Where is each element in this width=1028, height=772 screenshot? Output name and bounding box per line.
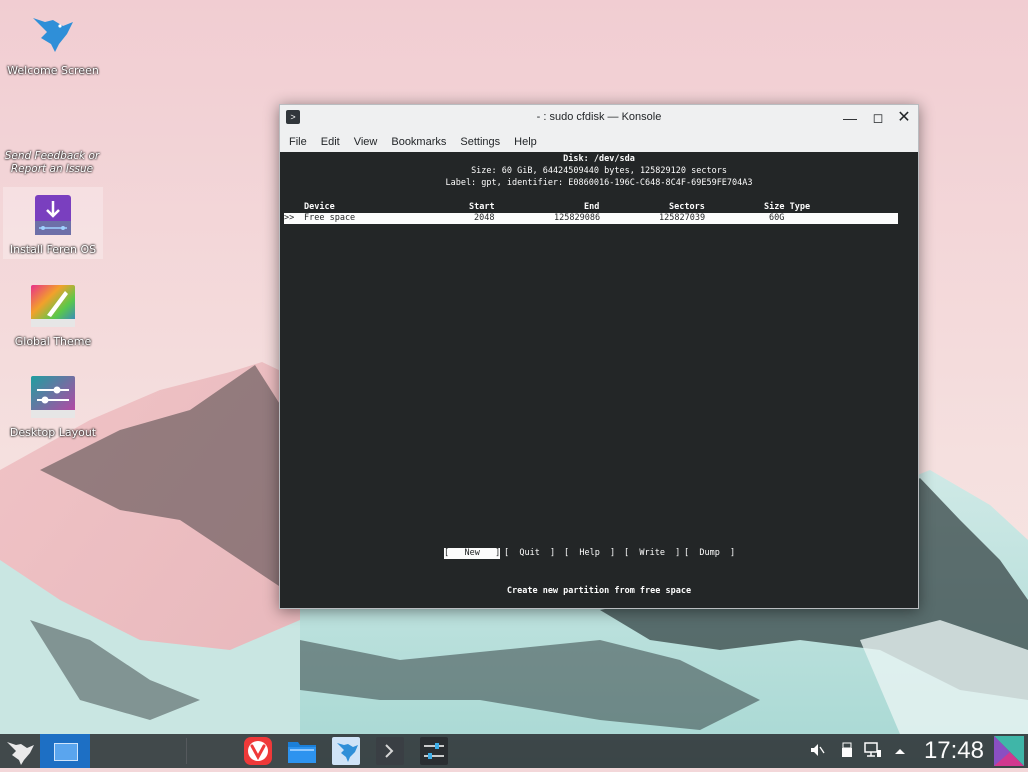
desktop-icon-welcome-screen[interactable]: Welcome Screen <box>3 12 103 77</box>
disk-line: Disk: /dev/sda <box>563 154 635 164</box>
taskbar: 17:48 <box>0 734 1028 768</box>
desktop-icon-global-theme[interactable]: Global Theme <box>3 283 103 348</box>
column-start: Start <box>469 202 495 212</box>
menu-file[interactable]: File <box>282 136 314 148</box>
row-size: 60G <box>769 213 785 223</box>
menu-bar: File Edit View Bookmarks Settings Help <box>280 131 918 153</box>
menu-settings[interactable]: Settings <box>453 136 507 148</box>
install-download-icon <box>29 191 77 239</box>
vivaldi-icon[interactable] <box>242 736 274 766</box>
konsole-window[interactable]: > - : sudo cfdisk — Konsole — ◻ ✕ File E… <box>279 104 919 609</box>
tray-expand-arrow-icon[interactable] <box>893 744 907 760</box>
window-title: - : sudo cfdisk — Konsole <box>536 111 662 123</box>
menu-bookmarks[interactable]: Bookmarks <box>384 136 453 148</box>
action-dump-button[interactable]: [ Dump ] <box>684 548 735 559</box>
column-size-type: Size Type <box>764 202 811 212</box>
action-bar: [ New ] [ Quit ] [ Help ] [ Write ] [ Du… <box>280 548 918 560</box>
desktop-icon-label: Welcome Screen <box>7 64 99 77</box>
desktop-icon-label: Global Theme <box>14 335 92 348</box>
menu-view[interactable]: View <box>347 136 385 148</box>
feren-bird-icon <box>29 12 77 60</box>
konsole-icon[interactable] <box>374 736 406 766</box>
action-new-button[interactable]: [ New ] <box>444 548 501 559</box>
clock[interactable]: 17:48 <box>924 737 984 765</box>
desktop-layout-icon <box>29 374 77 422</box>
desktop-icon-install-feren-os[interactable]: Install Feren OS <box>3 187 103 259</box>
volume-muted-icon[interactable] <box>809 742 825 762</box>
desktop-icon-label: Desktop Layout <box>9 426 97 439</box>
row-sectors: 125827039 <box>659 213 706 223</box>
action-help-button[interactable]: [ Help ] <box>564 548 615 559</box>
settings-icon[interactable] <box>418 736 450 766</box>
title-bar[interactable]: > - : sudo cfdisk — Konsole — ◻ ✕ <box>280 105 918 131</box>
taskbar-divider <box>186 738 187 764</box>
label-line: Label: gpt, identifier: E0860016-196C-C6… <box>445 178 753 188</box>
maximize-icon[interactable]: ◻ <box>868 108 888 128</box>
desktop-icon-label: Install Feren OS <box>9 243 97 256</box>
column-sectors: Sectors <box>669 202 705 212</box>
menu-edit[interactable]: Edit <box>314 136 347 148</box>
close-icon[interactable]: ✕ <box>894 108 914 128</box>
send-feedback-text[interactable]: Send Feedback or Report an Issue <box>0 150 104 176</box>
column-device: Device <box>304 202 335 212</box>
desktop-icon-desktop-layout[interactable]: Desktop Layout <box>3 374 103 439</box>
action-quit-button[interactable]: [ Quit ] <box>504 548 555 559</box>
partition-row-selected[interactable]: >> Free space 2048 125829086 125827039 6… <box>284 213 898 224</box>
row-start: 2048 <box>474 213 495 223</box>
terminal-area[interactable]: Disk: /dev/sda Size: 60 GiB, 64424509440… <box>280 152 918 608</box>
files-icon[interactable] <box>286 736 318 766</box>
action-hint: Create new partition from free space <box>506 586 692 596</box>
row-marker: >> <box>284 213 295 223</box>
global-theme-icon <box>29 283 77 331</box>
desktop-window-icon <box>54 743 78 761</box>
size-line: Size: 60 GiB, 64424509440 bytes, 1258291… <box>471 166 727 176</box>
column-end: End <box>584 202 600 212</box>
row-device: Free space <box>304 213 356 223</box>
minimize-icon[interactable]: — <box>840 108 860 128</box>
launcher-icon[interactable] <box>4 736 36 766</box>
row-end: 125829086 <box>554 213 601 223</box>
store-icon[interactable] <box>330 736 362 766</box>
kde-plasma-logo-icon[interactable] <box>992 734 1026 768</box>
show-desktop-button[interactable] <box>40 734 90 768</box>
menu-help[interactable]: Help <box>507 136 544 148</box>
usb-device-icon[interactable] <box>840 742 854 762</box>
action-write-button[interactable]: [ Write ] <box>624 548 680 559</box>
network-wired-icon[interactable] <box>864 742 882 762</box>
